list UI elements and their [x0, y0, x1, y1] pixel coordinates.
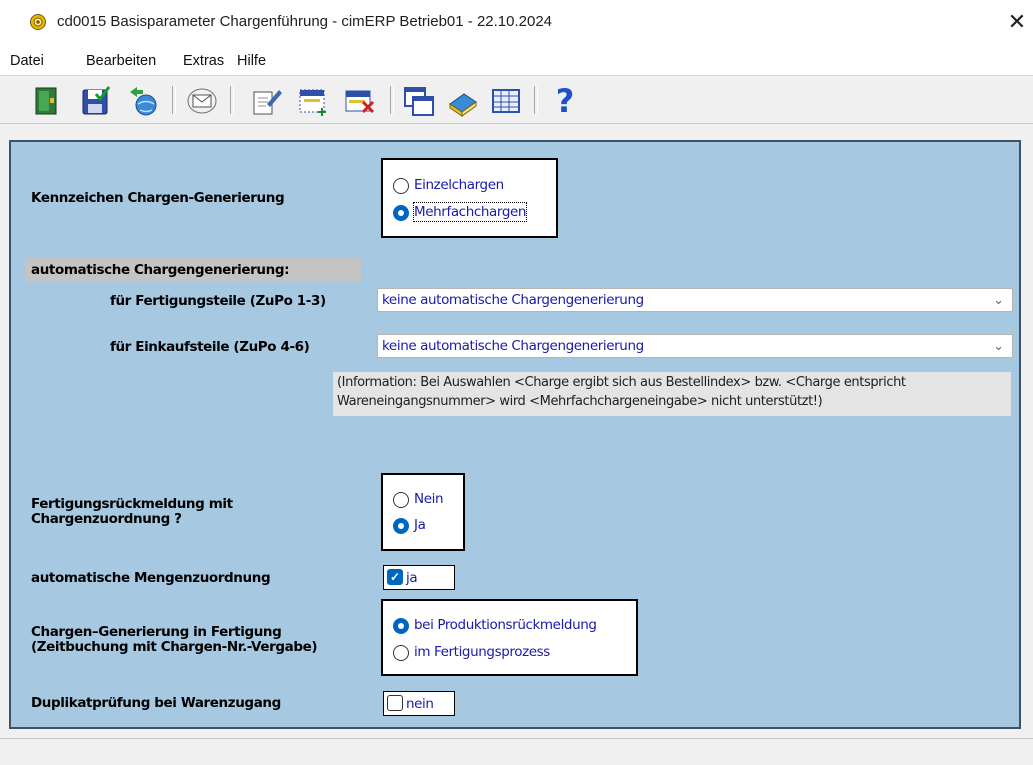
einkauf-label: für Einkaufsteile (ZuPo 4-6)	[110, 339, 310, 355]
toolbar-separator	[390, 86, 394, 114]
generierung-radio-group: bei Produktionsrückmeldung im Fertigungs…	[381, 599, 638, 676]
duplikat-checkbox-box: nein	[383, 691, 455, 716]
new-entry-icon[interactable]	[296, 84, 330, 118]
mail-icon[interactable]	[185, 84, 219, 118]
duplikat-checkbox-label[interactable]: nein	[406, 695, 434, 713]
auto-heading: automatische Chargengenerierung:	[31, 262, 290, 278]
option-bei-produktionsrueckmeldung[interactable]: bei Produktionsrückmeldung	[414, 616, 597, 634]
fertigung-select-value: keine automatische Chargengenerierung	[382, 292, 644, 308]
duplikat-checkbox[interactable]	[387, 695, 403, 711]
menu-hilfe[interactable]: Hilfe	[237, 53, 266, 69]
delete-entry-icon[interactable]	[343, 84, 377, 118]
menu-datei[interactable]: Datei	[10, 53, 44, 69]
toolbar: ?	[0, 76, 1033, 124]
menu-bar: Datei Bearbeiten Extras Hilfe	[0, 46, 1033, 76]
book-icon[interactable]	[446, 84, 480, 118]
globe-transfer-icon[interactable]	[127, 84, 161, 118]
rueckmeldung-radio-group: Nein Ja	[381, 473, 465, 551]
kennzeichen-radio-group: Einzelchargen Mehrfachchargen	[381, 158, 558, 238]
radio-im-fertigungsprozess[interactable]	[393, 645, 409, 661]
status-bar	[0, 738, 1033, 765]
radio-ja[interactable]	[393, 518, 409, 534]
radio-mehrfachchargen[interactable]	[393, 205, 409, 221]
gear-app-icon	[30, 14, 46, 30]
info-line-1: (Information: Bei Auswahlen <Charge ergi…	[337, 375, 906, 390]
duplikat-label: Duplikatprüfung bei Warenzugang	[31, 695, 281, 711]
radio-nein[interactable]	[393, 492, 409, 508]
einkauf-select-value: keine automatische Chargengenerierung	[382, 338, 644, 354]
option-einzelchargen[interactable]: Einzelchargen	[414, 176, 504, 194]
edit-icon[interactable]	[249, 84, 283, 118]
toolbar-separator	[534, 86, 538, 114]
fertigung-label: für Fertigungsteile (ZuPo 1-3)	[110, 293, 326, 309]
form-panel: Kennzeichen Chargen-Generierung Einzelch…	[9, 140, 1021, 729]
option-ja[interactable]: Ja	[414, 516, 426, 534]
mengen-checkbox-box: ✓ ja	[383, 565, 455, 590]
info-box: (Information: Bei Auswahlen <Charge ergi…	[333, 372, 1011, 416]
einkauf-select[interactable]: keine automatische Chargengenerierung ⌄	[377, 334, 1013, 358]
rueckmeldung-label-line2: Chargenzuordnung ?	[31, 511, 182, 527]
fertigung-select[interactable]: keine automatische Chargengenerierung ⌄	[377, 288, 1013, 312]
save-icon[interactable]	[78, 84, 112, 118]
kennzeichen-label: Kennzeichen Chargen-Generierung	[31, 190, 285, 206]
radio-einzelchargen[interactable]	[393, 178, 409, 194]
help-icon[interactable]: ?	[548, 84, 582, 118]
menu-extras[interactable]: Extras	[183, 53, 224, 69]
toolbar-separator	[230, 86, 234, 114]
mengen-checkbox-label[interactable]: ja	[406, 569, 418, 587]
exit-icon[interactable]	[30, 84, 64, 118]
table-grid-icon[interactable]	[489, 84, 523, 118]
window-title: cd0015 Basisparameter Chargenführung - c…	[57, 13, 553, 30]
radio-bei-produktionsrueckmeldung[interactable]	[393, 618, 409, 634]
toolbar-separator	[172, 86, 176, 114]
close-icon[interactable]: ✕	[1003, 8, 1031, 36]
mengen-checkbox[interactable]: ✓	[387, 569, 403, 585]
chevron-down-icon: ⌄	[993, 292, 1004, 307]
title-bar: cd0015 Basisparameter Chargenführung - c…	[0, 0, 1033, 46]
option-im-fertigungsprozess[interactable]: im Fertigungsprozess	[414, 643, 550, 661]
copy-windows-icon[interactable]	[402, 84, 436, 118]
chevron-down-icon: ⌄	[993, 338, 1004, 353]
generierung-label-line2: (Zeitbuchung mit Chargen-Nr.-Vergabe)	[31, 639, 318, 655]
info-line-2: Wareneingangsnummer> wird <Mehrfachcharg…	[337, 394, 823, 409]
menu-bearbeiten[interactable]: Bearbeiten	[86, 53, 156, 69]
option-nein[interactable]: Nein	[414, 490, 444, 508]
option-mehrfachchargen[interactable]: Mehrfachchargen	[412, 202, 528, 222]
mengen-label: automatische Mengenzuordnung	[31, 570, 271, 586]
